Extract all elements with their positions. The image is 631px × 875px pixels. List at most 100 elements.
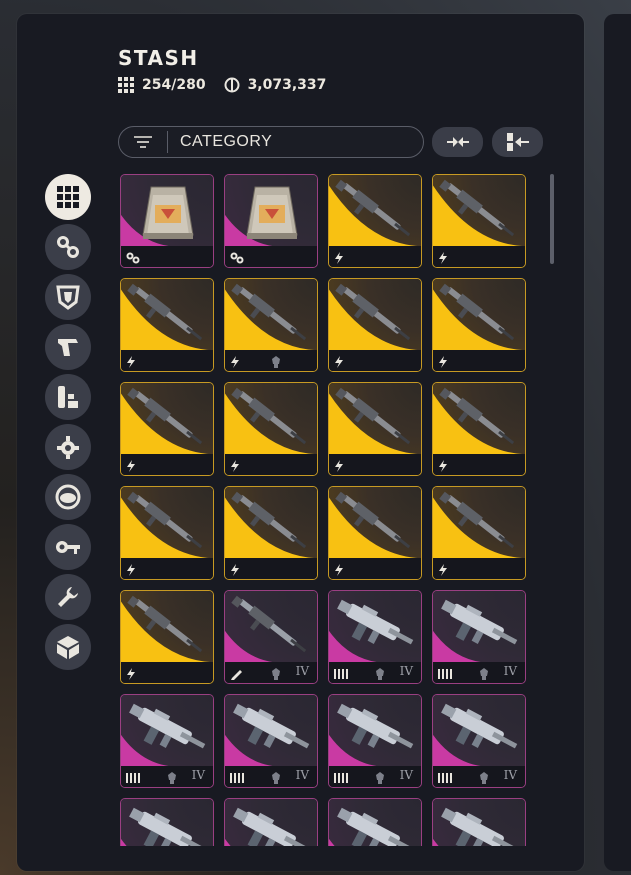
item-image	[329, 175, 421, 247]
stash-panel: STASH 254/280 3,073,337 CATEGORY IV IV I…	[17, 14, 584, 871]
mod-slot-icon	[477, 769, 491, 787]
stash-item-rifle[interactable]	[432, 174, 526, 268]
stash-item-rifle[interactable]	[328, 486, 422, 580]
stash-item-smg[interactable]: IV	[432, 590, 526, 684]
stash-item-smg[interactable]	[328, 798, 422, 846]
item-info-bar	[329, 454, 421, 475]
lightning-bolt-icon	[230, 457, 240, 475]
stash-item-crate[interactable]	[224, 174, 318, 268]
filter-lines-icon	[119, 131, 168, 153]
sort-button[interactable]	[492, 127, 543, 157]
category-cosmetics-button[interactable]	[45, 624, 91, 670]
item-info-bar	[225, 558, 317, 579]
item-image	[329, 695, 421, 767]
mod-slot-icon	[165, 769, 179, 787]
category-weapons-button[interactable]	[45, 324, 91, 370]
lightning-bolt-icon	[126, 353, 136, 371]
item-info-bar: IV	[225, 662, 317, 683]
lightning-bolt-icon	[438, 249, 448, 267]
stash-item-rifle[interactable]	[328, 174, 422, 268]
stash-item-crate[interactable]	[120, 174, 214, 268]
category-gadgets-button[interactable]	[45, 474, 91, 520]
ammo-icon	[230, 769, 246, 787]
currency-group: 3,073,337	[224, 77, 327, 93]
stash-item-rifle[interactable]	[328, 382, 422, 476]
mod-slot-icon	[477, 665, 491, 683]
item-info-bar	[121, 454, 213, 475]
item-tier: IV	[295, 664, 309, 678]
stash-item-rifle[interactable]	[120, 590, 214, 684]
item-image	[433, 383, 525, 455]
stash-item-smg[interactable]: IV	[328, 694, 422, 788]
item-image	[433, 799, 525, 846]
stash-grid: IV IV IV IV IV IV IV	[120, 174, 530, 846]
lightning-bolt-icon	[126, 665, 136, 683]
item-image	[433, 487, 525, 559]
item-image	[225, 591, 317, 663]
stash-item-rifle[interactable]	[432, 486, 526, 580]
item-info-bar	[433, 350, 525, 371]
cube-icon	[55, 634, 81, 660]
lightning-bolt-icon	[438, 561, 448, 579]
lightning-bolt-icon	[334, 353, 344, 371]
item-info-bar	[121, 558, 213, 579]
item-info-bar	[225, 246, 317, 267]
stash-item-smg[interactable]	[120, 798, 214, 846]
stash-item-rifle[interactable]	[120, 382, 214, 476]
category-keys-button[interactable]	[45, 524, 91, 570]
item-image	[329, 591, 421, 663]
stash-item-rifle[interactable]	[120, 486, 214, 580]
pistol-icon	[55, 334, 81, 360]
stash-item-rifle[interactable]: IV	[224, 590, 318, 684]
item-info-bar	[121, 246, 213, 267]
category-all-button[interactable]	[45, 174, 91, 220]
collapse-button[interactable]	[432, 127, 483, 157]
item-info-bar	[433, 454, 525, 475]
capacity-group: 254/280	[118, 77, 206, 93]
item-image	[225, 799, 317, 846]
item-image	[225, 383, 317, 455]
stash-item-smg[interactable]	[224, 798, 318, 846]
lightning-bolt-icon	[334, 249, 344, 267]
stash-item-rifle[interactable]	[432, 278, 526, 372]
category-tools-button[interactable]	[45, 574, 91, 620]
stash-item-smg[interactable]: IV	[432, 694, 526, 788]
item-info-bar: IV	[225, 766, 317, 787]
ammo-icon	[438, 769, 454, 787]
currency-value: 3,073,337	[247, 77, 327, 93]
item-image	[433, 279, 525, 351]
item-info-bar	[225, 350, 317, 371]
stash-item-rifle[interactable]	[224, 486, 318, 580]
stash-item-smg[interactable]: IV	[120, 694, 214, 788]
category-armor-button[interactable]	[45, 274, 91, 320]
stash-item-rifle[interactable]	[328, 278, 422, 372]
gears-icon	[230, 249, 244, 267]
mod-slot-icon	[373, 769, 387, 787]
item-tier: IV	[503, 664, 517, 678]
disc-icon	[54, 483, 82, 511]
item-info-bar: IV	[433, 766, 525, 787]
item-tier: IV	[503, 768, 517, 782]
item-image	[225, 695, 317, 767]
stash-item-rifle[interactable]	[224, 382, 318, 476]
stash-item-rifle[interactable]	[224, 278, 318, 372]
category-mods-button[interactable]	[45, 424, 91, 470]
stash-item-rifle[interactable]	[432, 382, 526, 476]
stash-item-smg[interactable]: IV	[224, 694, 318, 788]
scrollbar[interactable]	[550, 174, 554, 264]
key-icon	[54, 534, 82, 560]
lightning-bolt-icon	[126, 561, 136, 579]
item-image	[329, 487, 421, 559]
item-info-bar: IV	[433, 662, 525, 683]
category-materials-button[interactable]	[45, 224, 91, 270]
lightning-bolt-icon	[334, 561, 344, 579]
pencil-icon	[230, 665, 244, 683]
item-image	[225, 175, 317, 247]
item-tier: IV	[191, 768, 205, 782]
stash-item-smg[interactable]	[432, 798, 526, 846]
stash-item-smg[interactable]: IV	[328, 590, 422, 684]
stash-item-rifle[interactable]	[120, 278, 214, 372]
category-filter[interactable]: CATEGORY	[118, 126, 424, 158]
category-ammo-button[interactable]	[45, 374, 91, 420]
mod-slot-icon	[373, 665, 387, 683]
